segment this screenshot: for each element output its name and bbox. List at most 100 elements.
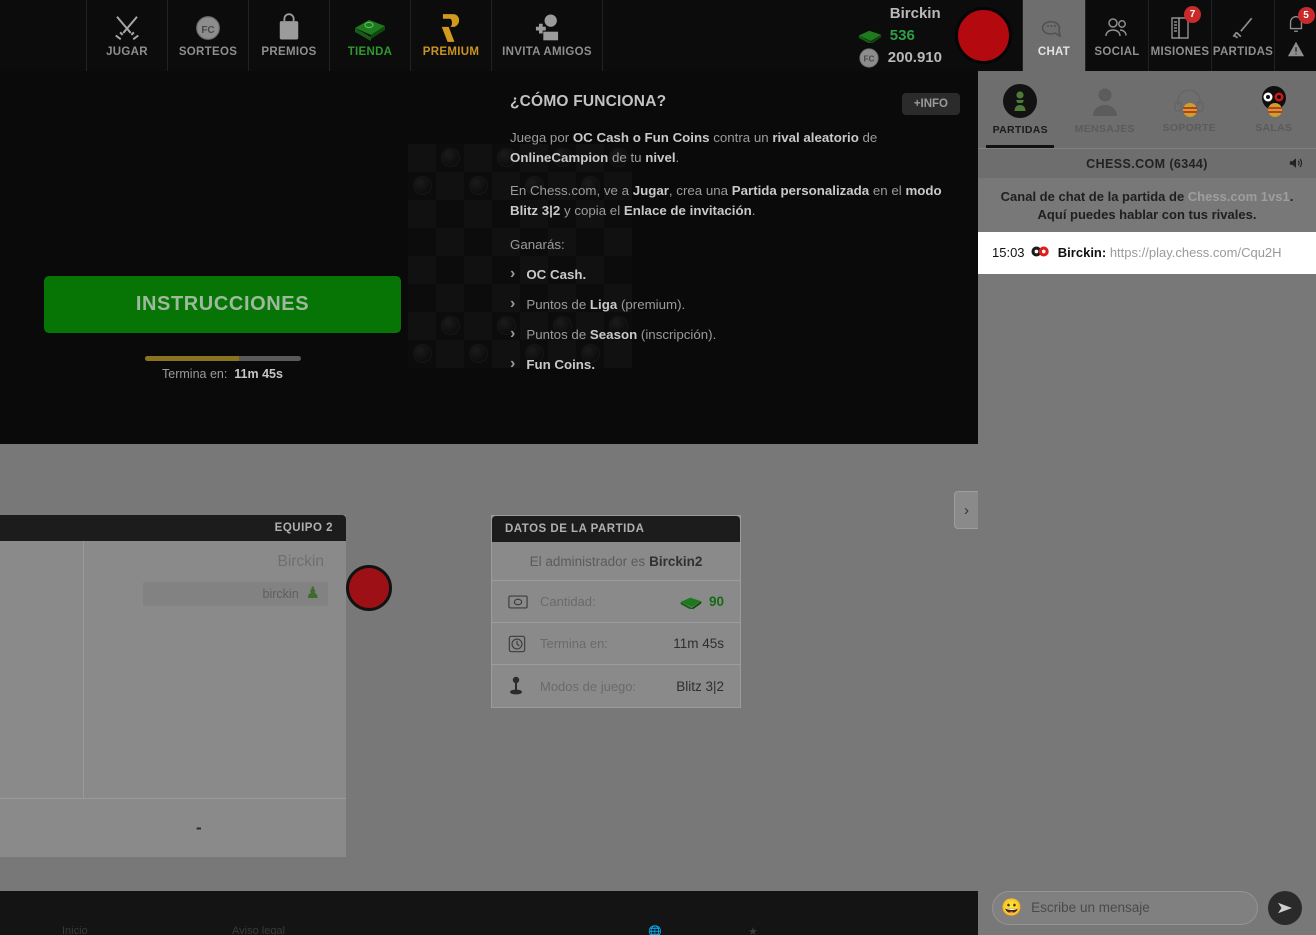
globe-icon[interactable]: 🌐 bbox=[648, 925, 662, 935]
p1-f: OnlineCampion bbox=[510, 150, 609, 165]
datos-admin-name: Birckin2 bbox=[649, 553, 703, 569]
hero-timer-label: Termina en: bbox=[162, 367, 228, 381]
reward-item-season: › Puntos de Season (inscripción). bbox=[510, 326, 960, 342]
datos-row-termina-en: Termina en: 11m 45s bbox=[492, 623, 740, 665]
send-button[interactable] bbox=[1268, 890, 1302, 925]
clock-icon bbox=[508, 635, 528, 653]
chat-room-description: Canal de chat de la partida de Chess.com… bbox=[978, 178, 1316, 232]
chat-tab-partidas[interactable]: PARTIDAS bbox=[978, 71, 1063, 148]
chat-tab-salas[interactable]: SALAS bbox=[1232, 71, 1316, 148]
datos-value-cantidad-wrap: 90 bbox=[680, 594, 724, 609]
datos-row-cantidad: Cantidad: 90 bbox=[492, 581, 740, 623]
equipo-player-name-wrap: Birckin bbox=[277, 553, 324, 571]
notifications-column[interactable]: 5 bbox=[1274, 0, 1316, 71]
reward-item-liga: › Puntos de Liga (premium). bbox=[510, 296, 960, 312]
p2-h: Enlace de invitación bbox=[623, 203, 752, 218]
chat-tab-label-mensajes: MENSAJES bbox=[1074, 123, 1135, 135]
sidebar-collapse-toggle[interactable]: › bbox=[954, 491, 978, 529]
rnav-item-partidas[interactable]: PARTIDAS bbox=[1211, 0, 1274, 71]
avatar[interactable] bbox=[955, 7, 1012, 64]
how-it-works-panel: ¿CÓMO FUNCIONA? +INFO Juega por OC Cash … bbox=[510, 93, 960, 372]
board-square bbox=[408, 284, 436, 312]
board-piece bbox=[412, 176, 432, 195]
chat-message-input[interactable] bbox=[1031, 900, 1249, 915]
chat-input-bar: 😀 bbox=[978, 880, 1316, 935]
board-square bbox=[436, 144, 464, 172]
nav-item-sorteos[interactable]: FC SORTEOS bbox=[167, 0, 248, 71]
hero-timer: Termina en: 11m 45s bbox=[44, 367, 401, 381]
dimmed-overlay-region: EQUIPO 2 TAL i OC bbox=[0, 444, 978, 891]
board-square bbox=[464, 228, 492, 256]
nav-label-sorteos: SORTEOS bbox=[178, 46, 238, 58]
social-icon[interactable]: ★ bbox=[748, 925, 758, 935]
pawn-icon: ♟ bbox=[305, 585, 320, 602]
rnav-label-misiones: MISIONES bbox=[1150, 46, 1210, 58]
reward-fun-coins-text: Fun Coins. bbox=[526, 356, 596, 372]
chat-tab-label-soporte: SOPORTE bbox=[1162, 122, 1216, 134]
board-square bbox=[464, 200, 492, 228]
svg-text:FC: FC bbox=[201, 25, 214, 36]
page-title: ¿CÓMO FUNCIONA? bbox=[510, 93, 667, 110]
board-piece bbox=[412, 344, 432, 363]
instrucciones-button[interactable]: INSTRUCCIONES bbox=[44, 276, 401, 333]
board-square bbox=[408, 144, 436, 172]
chat-desc-a: Canal de chat de la partida de bbox=[1000, 189, 1188, 204]
nav-item-premium[interactable]: PREMIUM bbox=[410, 0, 491, 71]
footer-link-inicio[interactable]: Inicio bbox=[62, 925, 88, 935]
b2-bold: Liga bbox=[589, 296, 618, 312]
board-square bbox=[436, 228, 464, 256]
chat-tab-label-salas: SALAS bbox=[1255, 122, 1293, 134]
chat-bubble-icon bbox=[1040, 13, 1068, 43]
chat-tab-soporte[interactable]: SOPORTE bbox=[1147, 71, 1232, 148]
svg-text:FC: FC bbox=[863, 54, 874, 63]
nav-item-premios[interactable]: PREMIOS bbox=[248, 0, 329, 71]
nav-item-tienda[interactable]: TIENDA bbox=[329, 0, 410, 71]
fc-coin-icon: FC bbox=[858, 47, 880, 69]
rooms-icon bbox=[1257, 85, 1291, 117]
rnav-item-social[interactable]: SOCIAL bbox=[1085, 0, 1148, 71]
chat-tab-mensajes[interactable]: MENSAJES bbox=[1063, 71, 1148, 148]
speaker-icon[interactable] bbox=[1288, 156, 1304, 170]
how-it-works-header: ¿CÓMO FUNCIONA? +INFO bbox=[510, 93, 960, 115]
bell-icon[interactable]: 5 bbox=[1286, 6, 1315, 34]
chat-message-text[interactable]: https://play.chess.com/Cqu2H bbox=[1110, 245, 1282, 260]
equipo-player-handle-row: birckin ♟ bbox=[142, 582, 328, 606]
equipo-2-header: EQUIPO 2 bbox=[0, 515, 346, 541]
rnav-label-social: SOCIAL bbox=[1094, 46, 1140, 58]
chat-input-wrapper[interactable]: 😀 bbox=[992, 890, 1258, 925]
board-square bbox=[436, 340, 464, 368]
info-button[interactable]: +INFO bbox=[901, 93, 960, 115]
p1-e: de bbox=[858, 130, 878, 145]
equipo-2-footer: MINADO - bbox=[0, 799, 346, 857]
equipo-2-card: EQUIPO 2 TAL i OC bbox=[0, 515, 392, 857]
board-square bbox=[436, 284, 464, 312]
wallet-summary[interactable]: Birckin 536 FC 200.910 bbox=[844, 0, 1022, 71]
board-square bbox=[436, 200, 464, 228]
datos-admin-row: El administrador es Birckin2 bbox=[492, 542, 740, 581]
banknote-icon bbox=[508, 595, 528, 609]
rnav-item-misiones[interactable]: 7 MISIONES bbox=[1148, 0, 1211, 71]
board-square bbox=[408, 200, 436, 228]
datos-label-modos-de-juego: Modos de juego: bbox=[540, 678, 637, 694]
money-stack-icon bbox=[353, 13, 387, 43]
board-piece bbox=[468, 176, 488, 195]
rnav-item-chat[interactable]: CHAT bbox=[1022, 0, 1085, 71]
hero-section: INSTRUCCIONES Termina en: 11m 45s ¿CÓMO … bbox=[0, 71, 978, 444]
nav-item-invita-amigos[interactable]: INVITA AMIGOS bbox=[491, 0, 602, 71]
footer-link-aviso-legal[interactable]: Aviso legal bbox=[232, 925, 285, 935]
chat-tab-label-partidas: PARTIDAS bbox=[992, 124, 1048, 136]
datos-label-cantidad: Cantidad: bbox=[540, 594, 596, 609]
wallet-username: Birckin bbox=[889, 5, 941, 22]
nav-label-premium: PREMIUM bbox=[422, 46, 480, 58]
chat-desc-b: Chess.com 1vs1 bbox=[1187, 189, 1290, 204]
smiley-icon[interactable]: 😀 bbox=[1001, 898, 1022, 918]
p2-b: Jugar bbox=[632, 183, 669, 198]
premium-p-icon bbox=[438, 13, 464, 43]
equipo-player-avatar[interactable] bbox=[346, 565, 392, 611]
rewards-label: Ganarás: bbox=[510, 237, 565, 252]
reward-liga-text: Puntos de Liga (premium). bbox=[526, 297, 685, 312]
equipo-2-right-column: Birckin birckin ♟ bbox=[84, 541, 392, 798]
nav-item-jugar[interactable]: JUGAR bbox=[86, 0, 167, 71]
datos-admin-label: El administrador es bbox=[529, 553, 646, 569]
warning-icon[interactable] bbox=[1286, 40, 1306, 58]
